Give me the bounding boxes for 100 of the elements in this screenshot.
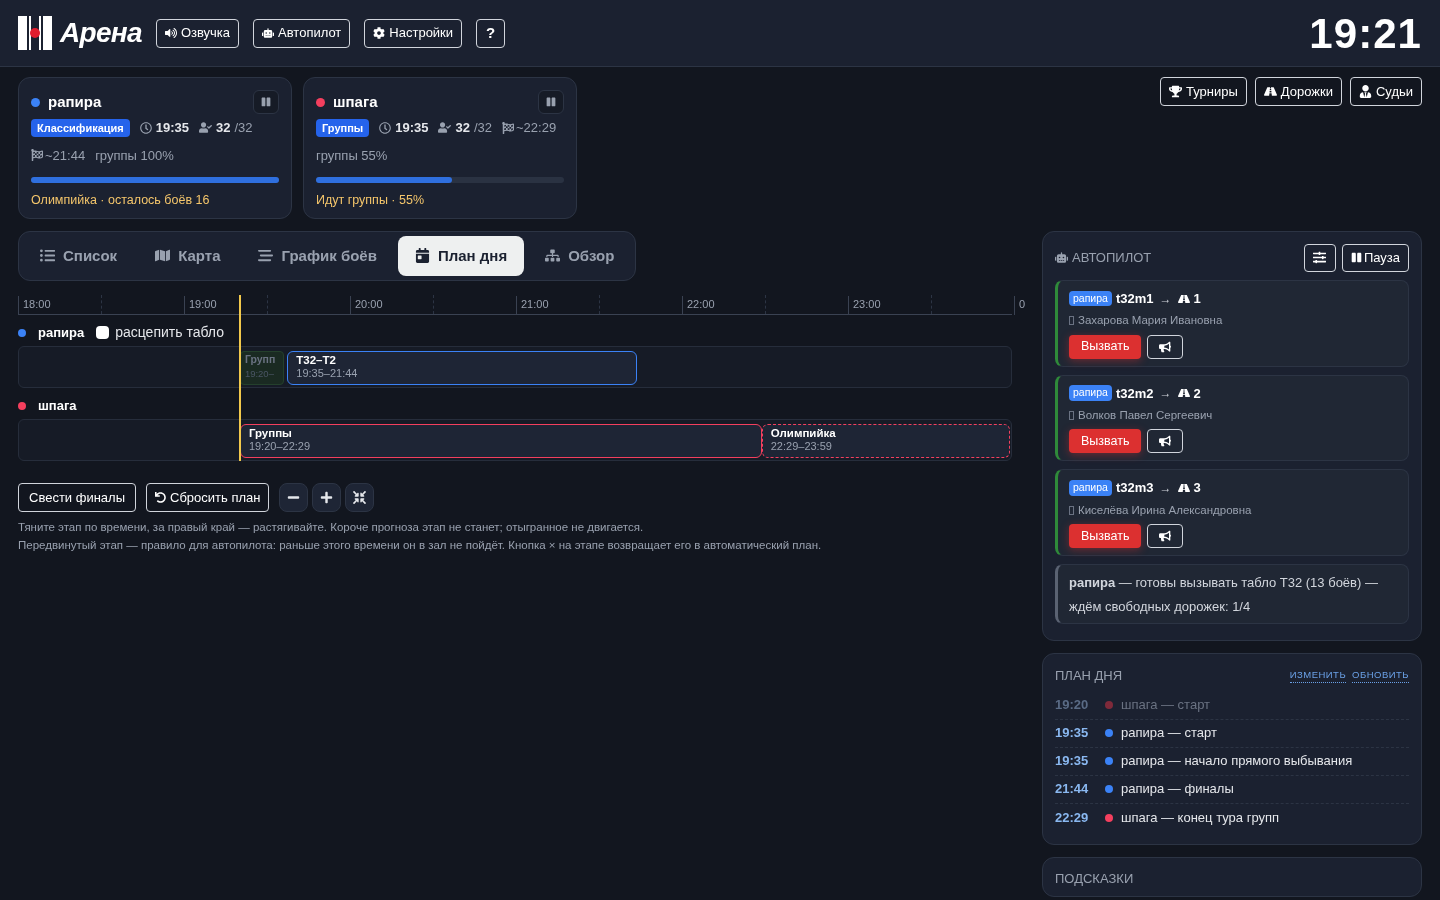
people-icon <box>199 121 213 135</box>
plan-time: 19:35 <box>1055 724 1090 743</box>
weapon-tag: рапира <box>1069 385 1112 402</box>
hour-label: 20:00 <box>350 295 383 315</box>
call-button[interactable]: Вызвать <box>1069 334 1142 359</box>
lane-number: 3 <box>1193 479 1201 498</box>
view-tab[interactable]: Карта <box>138 235 238 276</box>
settings-button[interactable] <box>1303 243 1336 272</box>
megaphone-icon <box>1159 340 1172 353</box>
nav-button[interactable]: Дорожки <box>1254 77 1342 106</box>
finish-flag-icon <box>31 149 43 162</box>
checkbox[interactable] <box>96 326 110 340</box>
pause-icon <box>261 97 271 107</box>
hour-label: 0 <box>1014 295 1026 315</box>
announce-button[interactable] <box>1147 524 1184 548</box>
status-message: рапира — готовы вызывать табло T32 (13 боёв) — ждём свободных дорожек: 1/4 <box>1069 575 1378 614</box>
stage-block[interactable]: T32–T2 19:35–21:44 <box>287 350 638 385</box>
missing-glyph-icon <box>1069 411 1074 421</box>
finish-time: ~21:44 <box>45 146 86 165</box>
hour-label: 22:00 <box>682 295 715 315</box>
missing-glyph-icon <box>1069 505 1074 515</box>
stage-title: Групп <box>244 351 276 367</box>
header-button[interactable]: Настройки <box>364 18 463 48</box>
lane-name: шпага <box>38 397 77 415</box>
road-icon <box>1263 85 1277 98</box>
arrow-text: → <box>1159 290 1172 308</box>
status-note: Идут группы · 55% <box>316 192 425 209</box>
robot-icon <box>262 27 275 39</box>
header-button[interactable]: Озвучка <box>155 18 240 48</box>
panel-title: ПЛАН ДНЯ <box>1055 667 1123 685</box>
road-icon <box>1177 387 1190 400</box>
status-note: Олимпийка · осталось боёв 16 <box>31 192 211 209</box>
bars-icon <box>258 248 274 264</box>
pause-button[interactable] <box>253 90 279 114</box>
robot-icon <box>1055 251 1068 265</box>
panel-title: АВТОПИЛОТ <box>1072 249 1152 267</box>
finish-time: ~22:29 <box>516 119 557 137</box>
referee-name: Волков Павел Сергеевич <box>1078 408 1213 423</box>
weapon-name: шпага <box>333 91 378 112</box>
compress-icon <box>353 490 367 504</box>
help-button[interactable]: ? <box>476 18 506 48</box>
nav-button[interactable]: Турниры <box>1159 77 1247 106</box>
plan-event: рапира — старт <box>1121 724 1217 743</box>
zoom-in-button[interactable] <box>312 482 342 512</box>
pause-button[interactable] <box>538 90 564 114</box>
view-tab[interactable]: Обзор <box>528 235 632 276</box>
stage-block[interactable]: Олимпийка 22:29–23:59 <box>761 423 1011 458</box>
weapon-tag: рапира <box>1069 480 1112 496</box>
pause-icon <box>1350 252 1362 264</box>
undo-icon <box>155 491 166 503</box>
clock-icon <box>379 121 392 134</box>
referee-name: Киселёва Ирина Александровна <box>1078 502 1252 518</box>
view-tab[interactable]: Список <box>23 235 135 276</box>
pause-icon <box>546 97 556 107</box>
panel-link[interactable]: ОБНОВИТЬ <box>1352 668 1409 684</box>
nav-button[interactable]: Судьи <box>1349 77 1422 106</box>
help-text: Тяните этап по времени, за правый край — растягивайте. Короче прогноза этап не станет; отыгранное не двигается. <box>18 519 645 535</box>
speaker-icon <box>164 27 177 39</box>
reset-plan-button[interactable]: Сбросить план <box>146 482 270 512</box>
lane-name: рапира <box>38 324 85 342</box>
plan-time: 19:20 <box>1055 696 1090 715</box>
call-button[interactable]: Вызвать <box>1069 524 1142 548</box>
header-button[interactable]: Автопилот <box>253 18 351 48</box>
road-icon <box>1177 482 1190 494</box>
stage-block[interactable]: Группы 19:20–22:29 <box>239 423 762 458</box>
hour-label: 21:00 <box>516 295 549 315</box>
fencer-total: /32 <box>473 119 492 137</box>
announce-button[interactable] <box>1147 334 1184 359</box>
megaphone-icon <box>1159 435 1172 448</box>
hour-label: 23:00 <box>848 295 881 315</box>
calendar-icon <box>414 248 430 264</box>
stage-title: Группы <box>248 425 293 441</box>
stage-time: 19:20–22:29 <box>248 440 312 454</box>
weapon-tag: рапира <box>1069 290 1112 307</box>
plan-time: 19:35 <box>1055 752 1090 771</box>
match-id: t32m1 <box>1115 289 1154 308</box>
people-icon <box>438 121 452 135</box>
pause-button[interactable]: Пауза <box>1341 243 1409 272</box>
fencer-count: 32 <box>216 119 231 137</box>
plus-icon <box>320 490 334 504</box>
view-tab[interactable]: План дня <box>397 235 525 276</box>
view-tab[interactable]: График боёв <box>241 235 394 276</box>
logo-text: Арена <box>60 16 142 50</box>
list-icon <box>40 248 55 264</box>
fit-button[interactable] <box>345 482 375 512</box>
hour-label: 18:00 <box>18 295 51 315</box>
merge-finals-button[interactable]: Свести финалы <box>18 482 136 512</box>
panel-link[interactable]: ИЗМЕНИТЬ <box>1289 668 1347 684</box>
weapon-name: рапира <box>48 91 102 112</box>
zoom-out-button[interactable] <box>279 482 309 512</box>
settings-icon <box>373 27 386 39</box>
start-time: 19:35 <box>395 119 429 137</box>
stage-title: T32–T2 <box>296 352 337 368</box>
stage-time: 19:35–21:44 <box>296 367 359 381</box>
announce-button[interactable] <box>1147 429 1184 454</box>
call-button[interactable]: Вызвать <box>1069 429 1142 454</box>
stage-badge: Классификация <box>31 118 130 137</box>
clock-icon <box>139 121 152 134</box>
plan-event: рапира — финалы <box>1121 780 1234 799</box>
plan-event: шпага — старт <box>1121 696 1211 715</box>
